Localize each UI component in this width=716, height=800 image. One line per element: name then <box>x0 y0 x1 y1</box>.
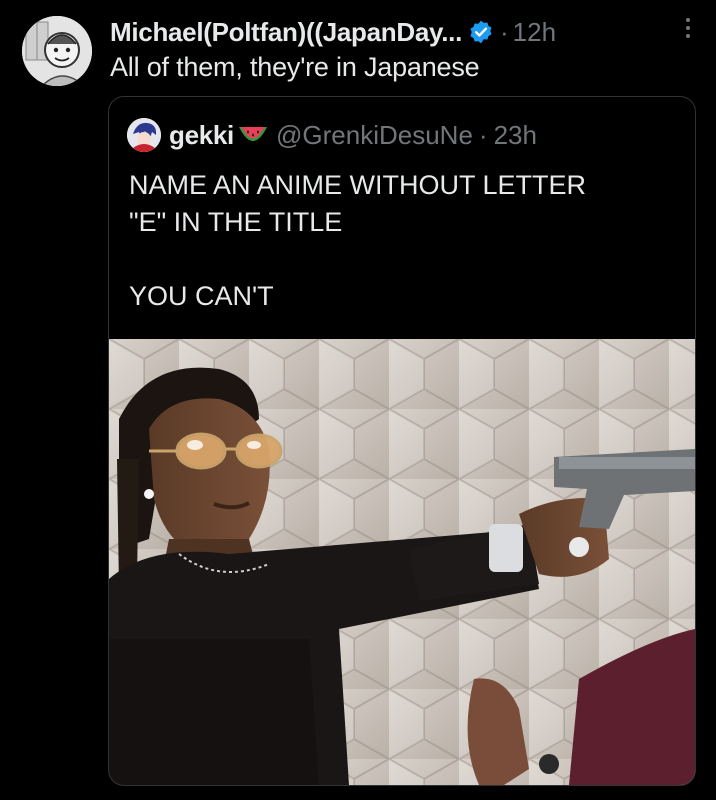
quoted-author-display-name[interactable]: gekki <box>169 120 234 151</box>
post-card[interactable]: Michael(Poltfan)((JapanDay... · 12h All … <box>0 0 716 800</box>
quoted-separator-dot: · <box>478 119 488 150</box>
quoted-post-image[interactable] <box>109 339 695 785</box>
post-header: Michael(Poltfan)((JapanDay... · 12h <box>110 14 696 50</box>
quoted-avatar-illustration-icon <box>127 118 161 152</box>
quoted-timestamp[interactable]: 23h <box>494 120 537 151</box>
author-display-name[interactable]: Michael(Poltfan)((JapanDay... <box>110 17 462 48</box>
separator-dot: · <box>500 16 509 47</box>
quoted-author-handle[interactable]: @GrenkiDesuNe <box>276 120 473 151</box>
post-timestamp[interactable]: 12h <box>513 17 556 48</box>
author-avatar[interactable] <box>22 16 92 86</box>
meme-photo <box>109 339 695 785</box>
quoted-author-avatar[interactable] <box>127 118 161 152</box>
watermelon-icon <box>239 127 267 141</box>
post-text: All of them, they're in Japanese <box>110 52 480 82</box>
more-options-icon[interactable] <box>678 10 698 46</box>
quoted-post[interactable]: gekki @GrenkiDesuNe · 23h NAME AN ANIME … <box>108 96 696 786</box>
avatar-illustration-icon <box>22 16 92 86</box>
quoted-post-header: gekki @GrenkiDesuNe · 23h <box>127 117 537 153</box>
verified-badge-icon <box>470 20 492 44</box>
quoted-post-text: NAME AN ANIME WITHOUT LETTER "E" IN THE … <box>129 170 587 311</box>
